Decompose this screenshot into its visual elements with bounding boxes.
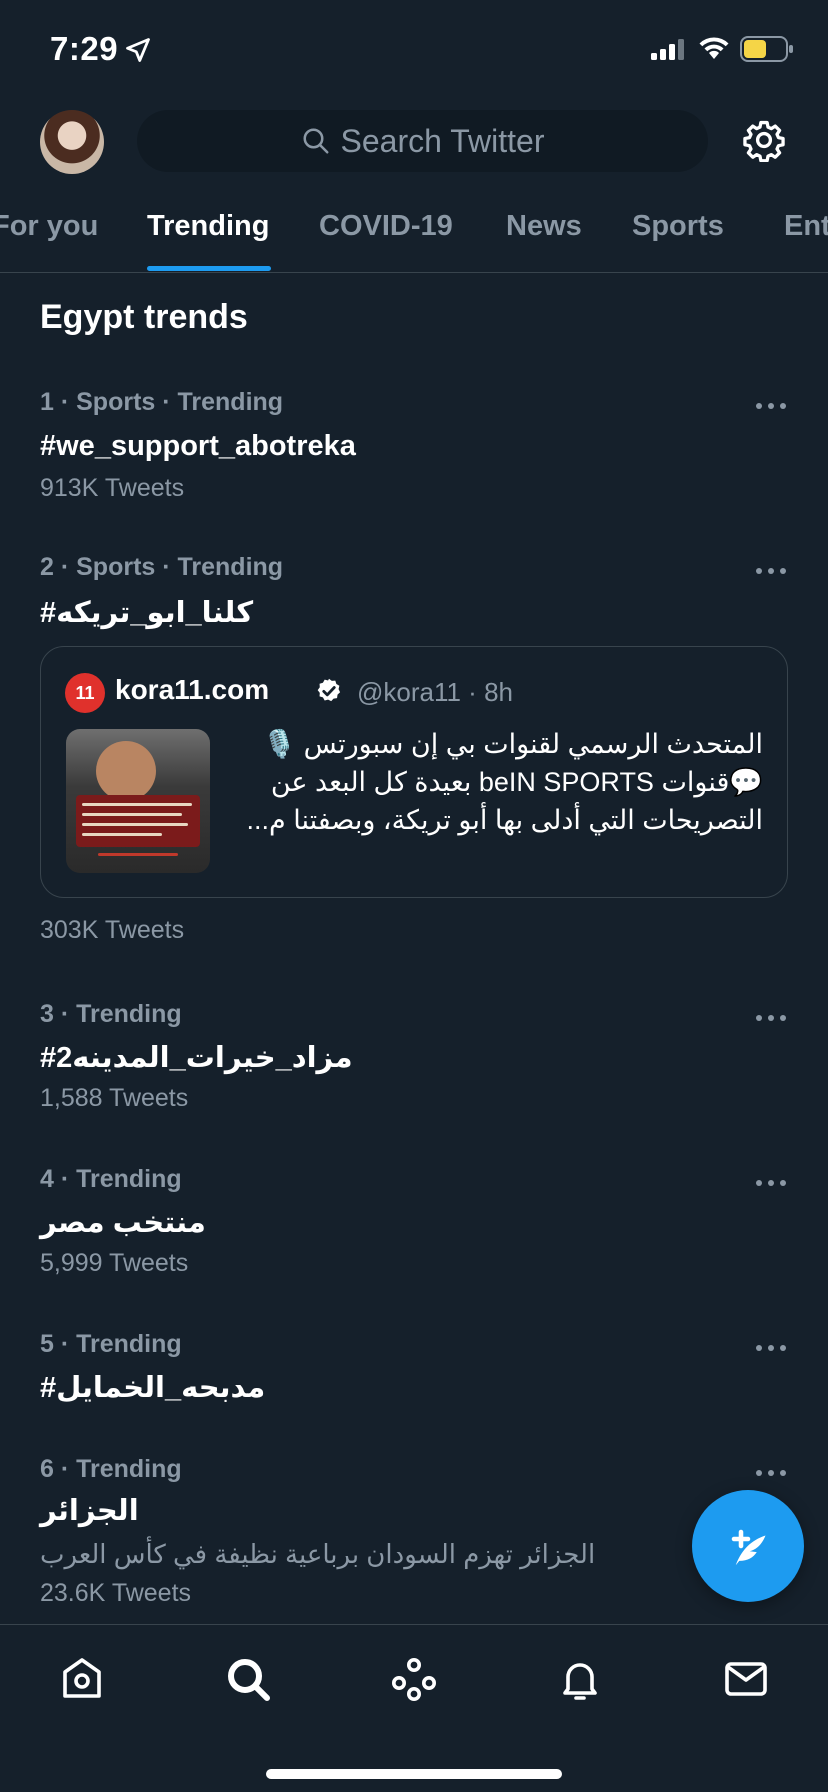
trend-name: الجزائر: [40, 1495, 139, 1527]
trend-tweet-count: 1,588 Tweets: [40, 1084, 189, 1112]
settings-gear-icon[interactable]: [742, 118, 786, 162]
trend-name: #we_support_abotreka: [40, 430, 356, 462]
search-nav-icon[interactable]: [222, 1653, 274, 1705]
search-icon: [301, 126, 331, 156]
trend-name: منتخب مصر: [40, 1207, 206, 1239]
battery-icon: [740, 36, 793, 62]
trend-meta: 6 · Trending: [40, 1455, 182, 1483]
tab-covid-19[interactable]: COVID-19: [319, 210, 453, 243]
trend-tweet-count: 913K Tweets: [40, 474, 185, 502]
tweet-text-line: المتحدث الرسمي لقنوات بي إن سبورتس 🎙️: [262, 729, 763, 759]
embedded-tweet-card[interactable]: 11 kora11.com @kora11 · 8h المتحدث الرسم…: [40, 646, 788, 898]
tweet-thumbnail[interactable]: [66, 729, 210, 873]
thumbnail-person: [96, 741, 156, 801]
more-options-icon[interactable]: [756, 1014, 786, 1022]
trend-tweet-count: 23.6K Tweets: [40, 1579, 192, 1607]
tab-entertainment[interactable]: Ent: [784, 210, 828, 243]
tab-sports[interactable]: Sports: [632, 210, 724, 243]
search-placeholder: Search Twitter: [340, 122, 545, 159]
more-options-icon[interactable]: [756, 1179, 786, 1187]
tweet-text: المتحدث الرسمي لقنوات بي إن سبورتس 🎙️ 💬ق…: [231, 725, 763, 839]
more-options-icon[interactable]: [756, 1469, 786, 1477]
location-arrow-icon: [126, 38, 150, 62]
trend-tweet-count: 5,999 Tweets: [40, 1249, 189, 1277]
more-options-icon[interactable]: [756, 1344, 786, 1352]
tab-news[interactable]: News: [506, 210, 582, 243]
spaces-icon[interactable]: [388, 1653, 440, 1705]
trend-meta: 5 · Trending: [40, 1330, 182, 1358]
trend-meta: 2 · Sports · Trending: [40, 553, 284, 581]
kora11-logo-icon: 11: [65, 673, 105, 713]
trend-description: الجزائر تهزم السودان برباعية نظيفة في كأ…: [40, 1539, 596, 1569]
compose-feather-icon: [731, 1529, 766, 1566]
trend-meta: 4 · Trending: [40, 1165, 182, 1193]
more-options-icon[interactable]: [756, 567, 786, 575]
messages-envelope-icon[interactable]: [720, 1653, 772, 1705]
compose-tweet-button[interactable]: [692, 1490, 804, 1602]
home-indicator: [266, 1769, 562, 1779]
wifi-icon: [699, 37, 729, 59]
notifications-bell-icon[interactable]: [554, 1653, 606, 1705]
search-input[interactable]: Search Twitter: [137, 110, 708, 172]
section-title: Egypt trends: [40, 298, 248, 336]
header: Search Twitter: [0, 96, 828, 184]
tweet-author: kora11.com: [115, 674, 270, 705]
trend-meta: 1 · Sports · Trending: [40, 388, 284, 416]
explore-tabs: For you Trending COVID-19 News Sports En…: [0, 200, 828, 273]
trend-name: #مزاد_خيرات_المدينه2: [40, 1042, 353, 1074]
trend-tweet-count: 303K Tweets: [40, 916, 185, 944]
trend-name: #مدبحه_الخمايل: [40, 1372, 266, 1404]
cellular-signal-icon: [651, 39, 684, 60]
status-time: 7:29: [50, 30, 119, 67]
tweet-handle: @kora11 · 8h: [357, 677, 513, 707]
avatar[interactable]: [40, 110, 104, 174]
bottom-navigation: [0, 1624, 828, 1792]
tab-for-you[interactable]: For you: [0, 210, 98, 243]
tweet-text-line: التصريحات التي أدلى بها أبو تريكة، وبصفت…: [246, 805, 763, 835]
tab-trending[interactable]: Trending: [147, 210, 269, 243]
more-options-icon[interactable]: [756, 402, 786, 410]
home-icon[interactable]: [56, 1653, 108, 1705]
active-tab-indicator: [147, 266, 271, 271]
trend-name: #كلنا_ابو_تريكه: [40, 597, 254, 629]
tweet-text-line: 💬قنوات beIN SPORTS بعيدة كل البعد عن: [270, 767, 763, 797]
status-bar: 7:29: [0, 0, 828, 96]
trend-meta: 3 · Trending: [40, 1000, 182, 1028]
